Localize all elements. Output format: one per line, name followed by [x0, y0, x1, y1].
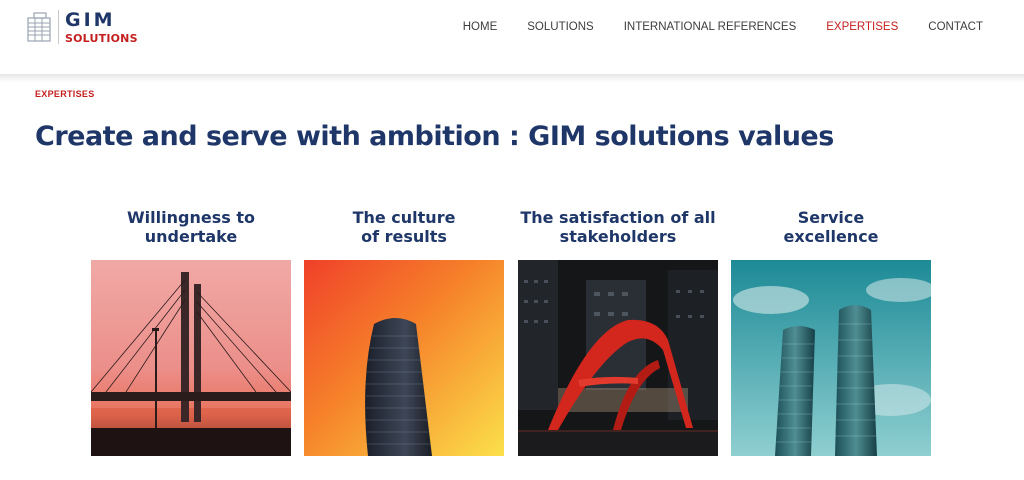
value-card-service: Service excellence [731, 208, 931, 456]
page-title: Create and serve with ambition : GIM sol… [35, 121, 834, 152]
building-icon [27, 12, 51, 42]
value-card-culture: The culture of results [304, 208, 504, 456]
card-title: Willingness to undertake [127, 208, 255, 246]
twin-towers-sky-photo [731, 260, 931, 456]
nav-international-references[interactable]: INTERNATIONAL REFERENCES [624, 21, 797, 33]
main-nav: HOME SOLUTIONS INTERNATIONAL REFERENCES … [433, 21, 983, 33]
site-header: GIM SOLUTIONS HOME SOLUTIONS INTERNATION… [0, 0, 1024, 74]
value-card-willingness: Willingness to undertake [91, 208, 291, 456]
red-sculpture-night-photo [518, 260, 718, 456]
nav-solutions[interactable]: SOLUTIONS [527, 21, 593, 33]
logo-solutions-text: SOLUTIONS [65, 31, 138, 45]
logo-gim-text: GIM [65, 8, 116, 31]
logo-divider [58, 10, 59, 44]
nav-expertises[interactable]: EXPERTISES [826, 21, 898, 33]
card-title: The satisfaction of all stakeholders [520, 208, 716, 246]
gim-solutions-logo[interactable]: GIM SOLUTIONS [26, 10, 138, 44]
value-card-satisfaction: The satisfaction of all stakeholders [518, 208, 718, 456]
breadcrumb: EXPERTISES [35, 89, 95, 99]
card-title: Service excellence [783, 208, 879, 246]
nav-home[interactable]: HOME [463, 21, 498, 33]
curved-tower-photo [304, 260, 504, 456]
header-shadow [0, 74, 1024, 82]
nav-contact[interactable]: CONTACT [928, 21, 983, 33]
logo-wordmark: GIM SOLUTIONS [65, 8, 138, 45]
bridge-sunset-photo [91, 260, 291, 456]
card-title: The culture of results [352, 208, 456, 246]
